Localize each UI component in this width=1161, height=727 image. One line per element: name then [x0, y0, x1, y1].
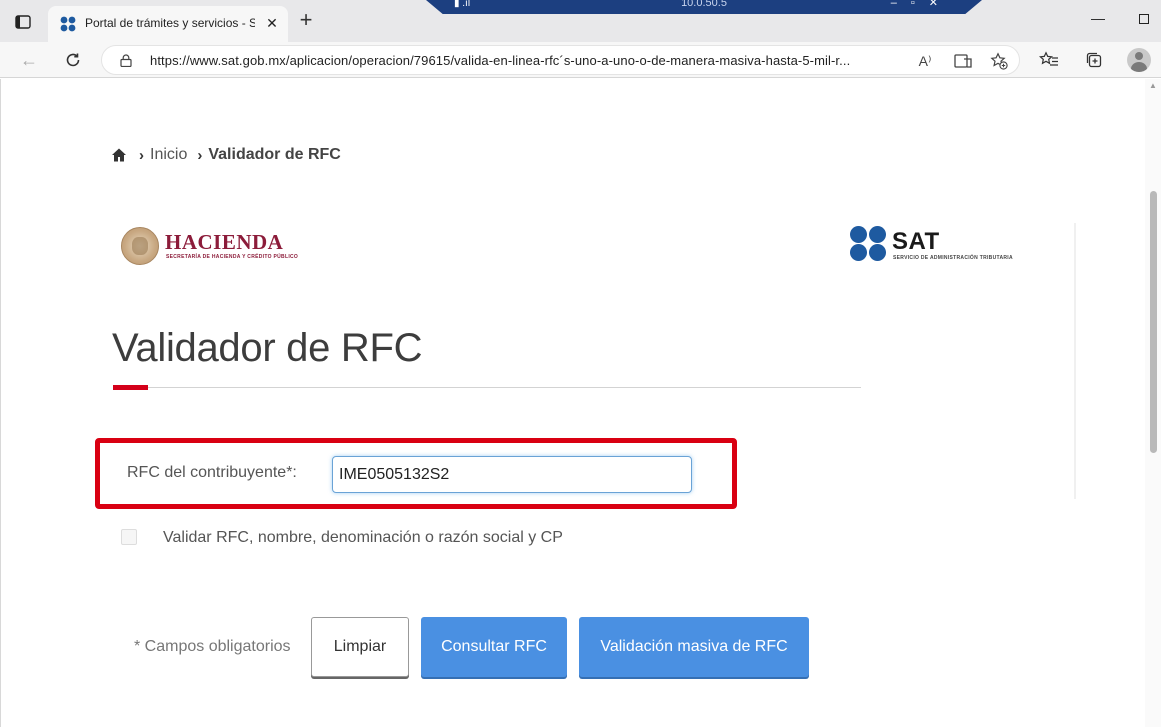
page-viewport: › Inicio › Validador de RFC HACIENDA SEC… — [0, 79, 1161, 727]
rfc-input[interactable] — [332, 456, 692, 493]
hacienda-logo-subtitle: SECRETARÍA DE HACIENDA Y CRÉDITO PÚBLICO — [166, 254, 299, 260]
required-fields-note: * Campos obligatorios — [134, 638, 291, 655]
breadcrumb-separator-icon: › — [139, 146, 144, 164]
lock-icon[interactable] — [120, 54, 132, 68]
breadcrumb: › Inicio › Validador de RFC — [111, 144, 341, 166]
page-title: Validador de RFC — [112, 326, 423, 370]
add-favorite-icon[interactable] — [988, 50, 1010, 72]
validate-details-label[interactable]: Validar RFC, nombre, denominación o razó… — [163, 529, 563, 547]
mass-validation-button[interactable]: Validación masiva de RFC — [579, 617, 809, 677]
remote-session-bar: ▮ .ıl 10.0.50.5 –▫✕ — [426, 0, 982, 14]
validate-details-checkbox[interactable] — [121, 529, 137, 545]
read-aloud-icon[interactable]: A⁾ — [914, 50, 936, 72]
sat-logo-dot — [850, 244, 867, 261]
back-icon[interactable]: ← — [17, 48, 41, 72]
page-scrollbar[interactable]: ▲ — [1145, 79, 1161, 727]
new-tab-button[interactable]: + — [296, 9, 316, 31]
sat-logo-dot — [869, 226, 886, 243]
sat-favicon-icon — [60, 16, 76, 32]
profile-icon[interactable] — [1127, 48, 1151, 72]
title-divider — [113, 387, 861, 388]
breadcrumb-separator-icon: › — [197, 146, 203, 164]
url-text[interactable]: https://www.sat.gob.mx/aplicacion/operac… — [150, 53, 920, 68]
page-border — [0, 79, 1, 727]
content-edge — [1074, 223, 1076, 499]
browser-titlebar: Portal de trámites y servicios - SAT ✕ +… — [0, 0, 1161, 42]
browser-tab[interactable]: Portal de trámites y servicios - SAT ✕ — [48, 6, 288, 42]
sat-logo-dot — [850, 226, 867, 243]
scroll-up-icon[interactable]: ▲ — [1149, 81, 1157, 90]
title-accent-bar — [113, 385, 148, 390]
sat-logo-dot — [869, 244, 886, 261]
rfc-label: RFC del contribuyente*: — [127, 464, 297, 481]
sat-logo-name: SAT — [892, 228, 940, 255]
tab-title: Portal de trámites y servicios - SAT — [85, 16, 255, 30]
tab-actions-icon[interactable] — [14, 13, 32, 31]
scroll-thumb[interactable] — [1150, 191, 1157, 453]
breadcrumb-current: Validador de RFC — [208, 146, 341, 163]
sat-logo[interactable]: SAT SERVICIO DE ADMINISTRACIÓN TRIBUTARI… — [850, 226, 1030, 266]
immersive-reader-icon[interactable] — [952, 50, 974, 72]
remote-window-controls-icon[interactable]: –▫✕ — [891, 0, 952, 9]
tab-close-icon[interactable]: ✕ — [264, 15, 280, 31]
breadcrumb-home-link[interactable]: Inicio — [150, 146, 187, 164]
browser-toolbar: ← https://www.sat.gob.mx/aplicacion/oper… — [0, 42, 1161, 78]
collections-icon[interactable] — [1082, 48, 1106, 72]
clear-button[interactable]: Limpiar — [311, 617, 409, 677]
address-bar[interactable]: https://www.sat.gob.mx/aplicacion/operac… — [101, 45, 1020, 75]
minimize-icon[interactable]: — — [1088, 10, 1108, 30]
maximize-icon[interactable] — [1134, 10, 1154, 30]
mexico-seal-icon — [121, 227, 159, 265]
sat-logo-subtitle: SERVICIO DE ADMINISTRACIÓN TRIBUTARIA — [893, 255, 1013, 261]
hacienda-logo-name: HACIENDA — [165, 230, 284, 254]
home-icon[interactable] — [111, 147, 127, 163]
favorites-icon[interactable] — [1037, 48, 1061, 72]
refresh-icon[interactable] — [61, 48, 85, 72]
consult-rfc-button[interactable]: Consultar RFC — [421, 617, 567, 677]
hacienda-logo[interactable]: HACIENDA SECRETARÍA DE HACIENDA Y CRÉDIT… — [121, 227, 311, 267]
